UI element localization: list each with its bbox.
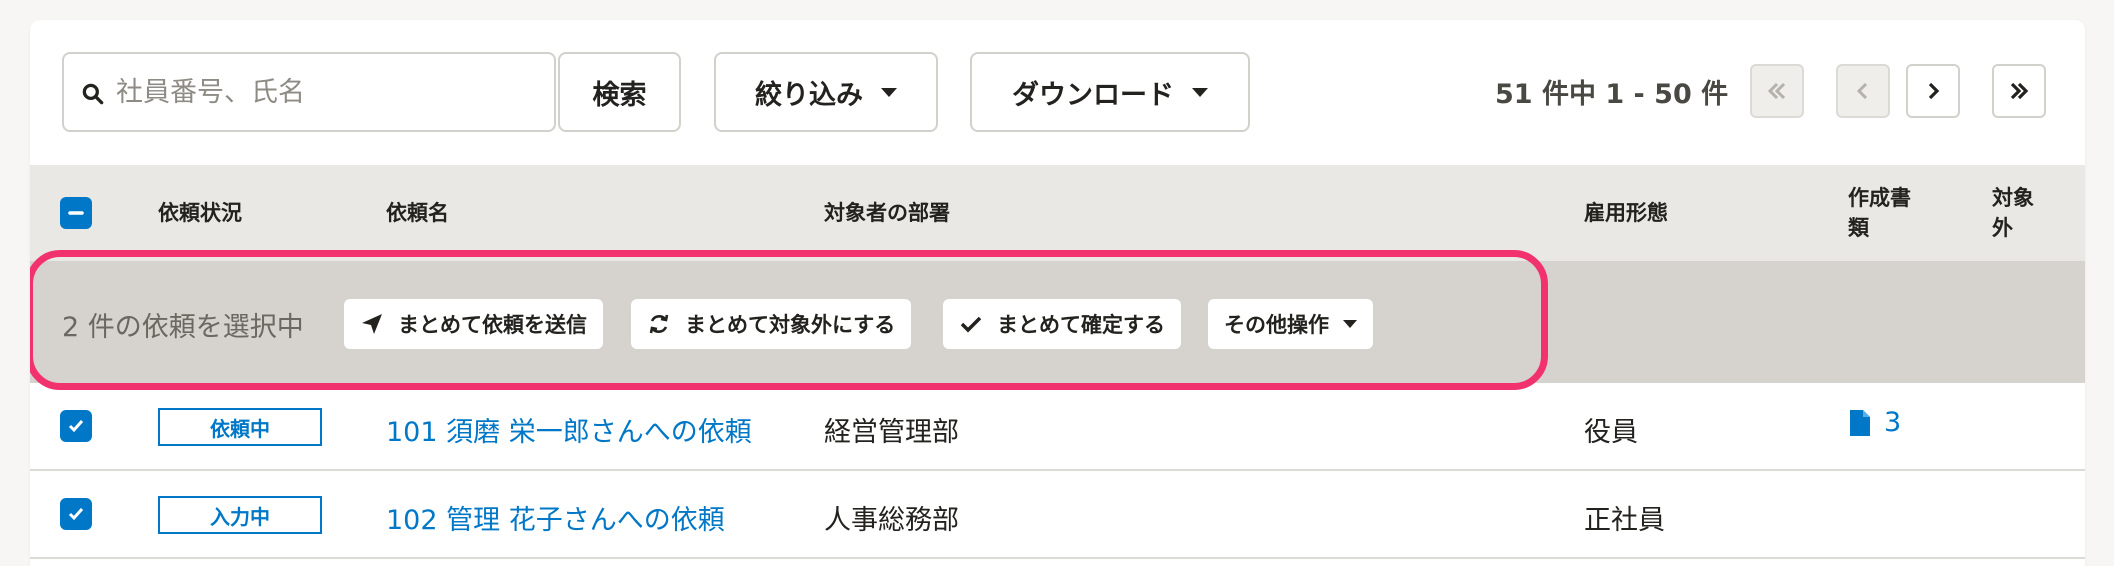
select-all-checkbox[interactable] <box>60 197 92 229</box>
employment-cell: 役員 <box>1584 417 1638 448</box>
employment-cell: 正社員 <box>1584 505 1665 536</box>
send-icon <box>362 314 382 334</box>
documents-count: 3 <box>1884 407 1902 438</box>
search-input[interactable] <box>116 54 536 130</box>
filter-button-label: 絞り込み <box>755 79 863 111</box>
selection-count: 2 件の依頼を選択中 <box>62 312 304 343</box>
next-page-button[interactable] <box>1906 64 1960 118</box>
first-page-button[interactable] <box>1750 64 1804 118</box>
search-box[interactable] <box>62 52 556 132</box>
minus-icon <box>68 211 84 215</box>
chevron-left-icon <box>1856 82 1868 100</box>
prev-page-button[interactable] <box>1836 64 1890 118</box>
bulk-send-label: まとめて依頼を送信 <box>398 313 587 337</box>
column-header-employment[interactable]: 雇用形態 <box>1584 198 1668 228</box>
filter-button[interactable]: 絞り込み <box>714 52 938 132</box>
column-header-status[interactable]: 依頼状況 <box>158 198 242 228</box>
column-header-name[interactable]: 依頼名 <box>386 198 449 228</box>
more-actions-button[interactable]: その他操作 <box>1208 299 1373 349</box>
more-actions-label: その他操作 <box>1224 313 1329 337</box>
download-button[interactable]: ダウンロード <box>970 52 1250 132</box>
table-row[interactable]: 入力中 102 管理 花子さんへの依頼 人事総務部 正社員 <box>30 471 2085 559</box>
chevron-right-icon <box>1928 82 1940 100</box>
search-button-label: 検索 <box>592 79 647 111</box>
row-checkbox[interactable] <box>60 498 92 530</box>
bulk-send-button[interactable]: まとめて依頼を送信 <box>344 299 603 349</box>
download-button-label: ダウンロード <box>1012 79 1174 111</box>
document-icon <box>1850 409 1870 436</box>
double-chevron-right-icon <box>2010 82 2029 100</box>
status-badge: 入力中 <box>158 496 322 534</box>
request-name-link[interactable]: 102 管理 花子さんへの依頼 <box>386 498 725 537</box>
department-cell: 人事総務部 <box>824 505 959 536</box>
caret-down-icon <box>1343 320 1357 328</box>
requests-card: 検索 絞り込み ダウンロード 51 件中 1 - 50 件 <box>30 20 2085 566</box>
bulk-action-bar: 2 件の依頼を選択中 まとめて依頼を送信 まとめて対象外にする まとめて確定する… <box>30 261 2085 383</box>
column-header-documents[interactable]: 作成書 類 <box>1848 183 1924 243</box>
toolbar: 検索 絞り込み ダウンロード 51 件中 1 - 50 件 <box>30 20 2085 165</box>
caret-down-icon <box>881 87 897 97</box>
column-header-excluded[interactable]: 対象 外 <box>1992 183 2052 243</box>
refresh-icon <box>649 314 669 334</box>
check-icon <box>960 316 982 333</box>
bulk-confirm-button[interactable]: まとめて確定する <box>943 299 1181 349</box>
double-chevron-left-icon <box>1767 82 1786 100</box>
documents-link[interactable]: 3 <box>1848 407 1901 438</box>
bulk-confirm-label: まとめて確定する <box>997 313 1165 337</box>
search-button[interactable]: 検索 <box>558 52 681 132</box>
status-badge: 依頼中 <box>158 408 322 446</box>
table-header: 依頼状況 依頼名 対象者の部署 雇用形態 作成書 類 対象 外 <box>30 165 2085 261</box>
column-header-department[interactable]: 対象者の部署 <box>824 198 950 228</box>
caret-down-icon <box>1192 87 1208 97</box>
table-row[interactable]: 依頼中 101 須磨 栄一郎さんへの依頼 経営管理部 役員 3 <box>30 383 2085 471</box>
bulk-exclude-button[interactable]: まとめて対象外にする <box>631 299 912 349</box>
request-name-link[interactable]: 101 須磨 栄一郎さんへの依頼 <box>386 410 752 449</box>
page-count: 51 件中 1 - 50 件 <box>1495 79 1729 110</box>
last-page-button[interactable] <box>1992 64 2046 118</box>
row-checkbox[interactable] <box>60 410 92 442</box>
bulk-exclude-label: まとめて対象外にする <box>685 313 896 337</box>
check-icon <box>68 420 84 433</box>
department-cell: 経営管理部 <box>824 417 959 448</box>
search-icon <box>82 83 104 105</box>
check-icon <box>68 508 84 521</box>
